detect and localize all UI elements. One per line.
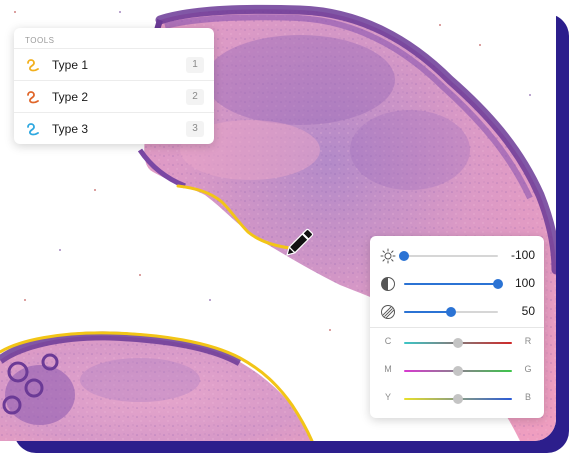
- saturation-icon: [381, 305, 395, 319]
- tool-type-3[interactable]: Type 3 3: [14, 112, 214, 145]
- contrast-row: 100: [370, 272, 544, 296]
- brightness-slider[interactable]: [399, 251, 498, 261]
- magenta-green-slider[interactable]: [404, 366, 512, 376]
- yellow-label: Y: [384, 392, 391, 402]
- panel-divider: [370, 327, 544, 328]
- cyan-red-slider[interactable]: [404, 338, 512, 348]
- yellow-blue-slider[interactable]: [404, 394, 512, 404]
- saturation-slider-thumb[interactable]: [446, 307, 456, 317]
- tool-shortcut-badge: 3: [186, 121, 204, 137]
- yellow-blue-row: Y B: [370, 388, 544, 412]
- contrast-slider-thumb[interactable]: [493, 279, 503, 289]
- magenta-green-row: M G: [370, 360, 544, 384]
- green-label: G: [524, 364, 532, 374]
- squiggle-icon: [27, 59, 39, 72]
- squiggle-icon: [27, 123, 39, 136]
- contrast-value: 100: [514, 276, 535, 290]
- saturation-slider[interactable]: [404, 307, 498, 317]
- tools-title: TOOLS: [25, 36, 55, 45]
- magenta-label: M: [384, 364, 392, 374]
- tool-type-2[interactable]: Type 2 2: [14, 80, 214, 113]
- contrast-slider[interactable]: [404, 279, 503, 289]
- contrast-icon: [381, 277, 395, 291]
- cyan-red-slider-thumb[interactable]: [453, 338, 463, 348]
- tool-type-1[interactable]: Type 1 1: [14, 48, 214, 81]
- tool-shortcut-badge: 1: [186, 57, 204, 73]
- brightness-value: -100: [510, 248, 535, 262]
- tool-label: Type 2: [52, 90, 89, 104]
- brightness-row: -100: [370, 244, 544, 268]
- red-label: R: [524, 336, 532, 346]
- cyan-red-row: C R: [370, 332, 544, 356]
- saturation-value: 50: [521, 304, 535, 318]
- screenshot-frame: TOOLS Type 1 1 Type 2 2 Type 3 3 -100 10…: [0, 0, 569, 453]
- tool-label: Type 3: [52, 122, 89, 136]
- yellow-blue-slider-thumb[interactable]: [453, 394, 463, 404]
- tissue-section-lower: [0, 331, 312, 441]
- sun-icon: [380, 248, 396, 264]
- magenta-green-slider-thumb[interactable]: [453, 366, 463, 376]
- image-adjustments-panel: -100 100 50 C R M G Y B: [370, 236, 544, 418]
- tool-label: Type 1: [52, 58, 89, 72]
- brightness-slider-thumb[interactable]: [399, 251, 409, 261]
- saturation-row: 50: [370, 300, 544, 324]
- blue-label: B: [524, 392, 531, 402]
- cyan-label: C: [384, 336, 392, 346]
- tool-shortcut-badge: 2: [186, 89, 204, 105]
- squiggle-icon: [27, 91, 39, 104]
- tools-panel: TOOLS Type 1 1 Type 2 2 Type 3 3: [14, 28, 214, 144]
